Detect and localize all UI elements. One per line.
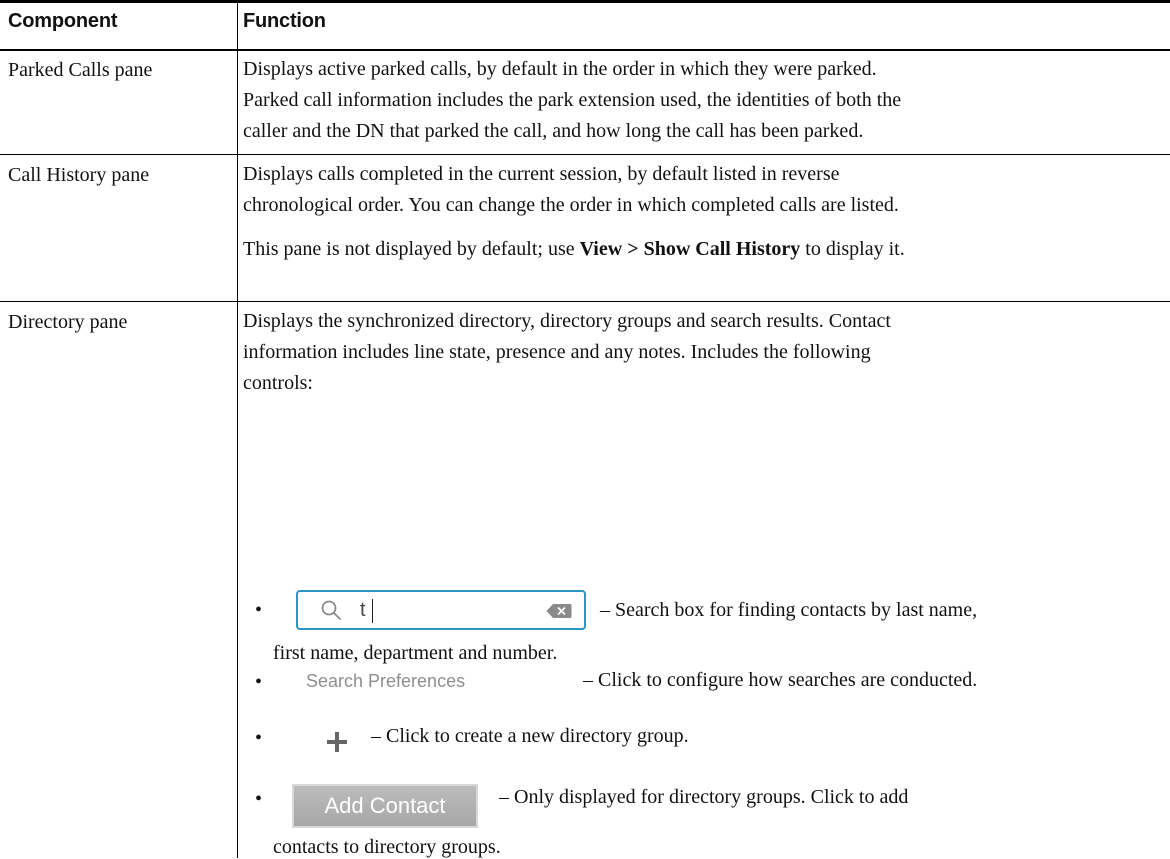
search-preferences-description: – Click to configure how searches are co… <box>583 669 978 691</box>
function-call-history: Displays calls completed in the current … <box>243 159 1158 265</box>
component-parked-calls: Parked Calls pane <box>8 59 153 81</box>
header-function: Function <box>243 10 326 32</box>
row-rule <box>0 301 1170 302</box>
search-value: t <box>360 599 366 621</box>
bullet: • <box>255 599 263 621</box>
bullet: • <box>255 671 263 693</box>
text-line: Displays calls completed in the current … <box>243 163 840 185</box>
call-history-note: This pane is not displayed by default; u… <box>243 234 1158 265</box>
note-text: to display it. <box>800 238 905 260</box>
header-component: Component <box>8 10 118 32</box>
text-line: controls: <box>243 372 313 394</box>
add-contact-button[interactable]: Add Contact <box>292 784 478 828</box>
function-parked-calls: Displays active parked calls, by default… <box>243 54 1158 147</box>
function-directory: Displays the synchronized directory, dir… <box>243 306 1158 399</box>
search-description-wrap: first name, department and number. <box>273 642 558 664</box>
plus-icon[interactable] <box>323 728 351 756</box>
menu-path-view-show-call-history: View > Show Call History <box>579 238 801 260</box>
text-line: caller and the DN that parked the call, … <box>243 120 864 142</box>
bullet: • <box>255 788 263 810</box>
text-line: Parked call information includes the par… <box>243 89 902 111</box>
new-group-description: – Click to create a new directory group. <box>371 725 689 747</box>
row-rule <box>0 154 1170 155</box>
search-description: – Search box for finding contacts by las… <box>600 599 978 621</box>
component-directory: Directory pane <box>8 311 128 333</box>
component-call-history: Call History pane <box>8 164 150 186</box>
backspace-clear-icon[interactable] <box>546 603 572 619</box>
add-contact-description: – Only displayed for directory groups. C… <box>499 786 909 808</box>
table-top-rule <box>0 0 1170 3</box>
bullet: • <box>255 727 263 749</box>
text-line: Displays active parked calls, by default… <box>243 58 877 80</box>
header-rule <box>0 49 1170 51</box>
text-line: chronological order. You can change the … <box>243 194 899 216</box>
search-icon <box>321 600 341 620</box>
column-divider <box>237 0 238 858</box>
text-caret <box>372 599 373 623</box>
note-text: This pane is not displayed by default; u… <box>243 238 580 260</box>
text-line: information includes line state, presenc… <box>243 341 871 363</box>
search-preferences-link[interactable]: Search Preferences <box>306 671 465 692</box>
search-input[interactable]: t <box>296 590 586 630</box>
add-contact-description-wrap: contacts to directory groups. <box>273 836 501 858</box>
text-line: Displays the synchronized directory, dir… <box>243 310 891 332</box>
